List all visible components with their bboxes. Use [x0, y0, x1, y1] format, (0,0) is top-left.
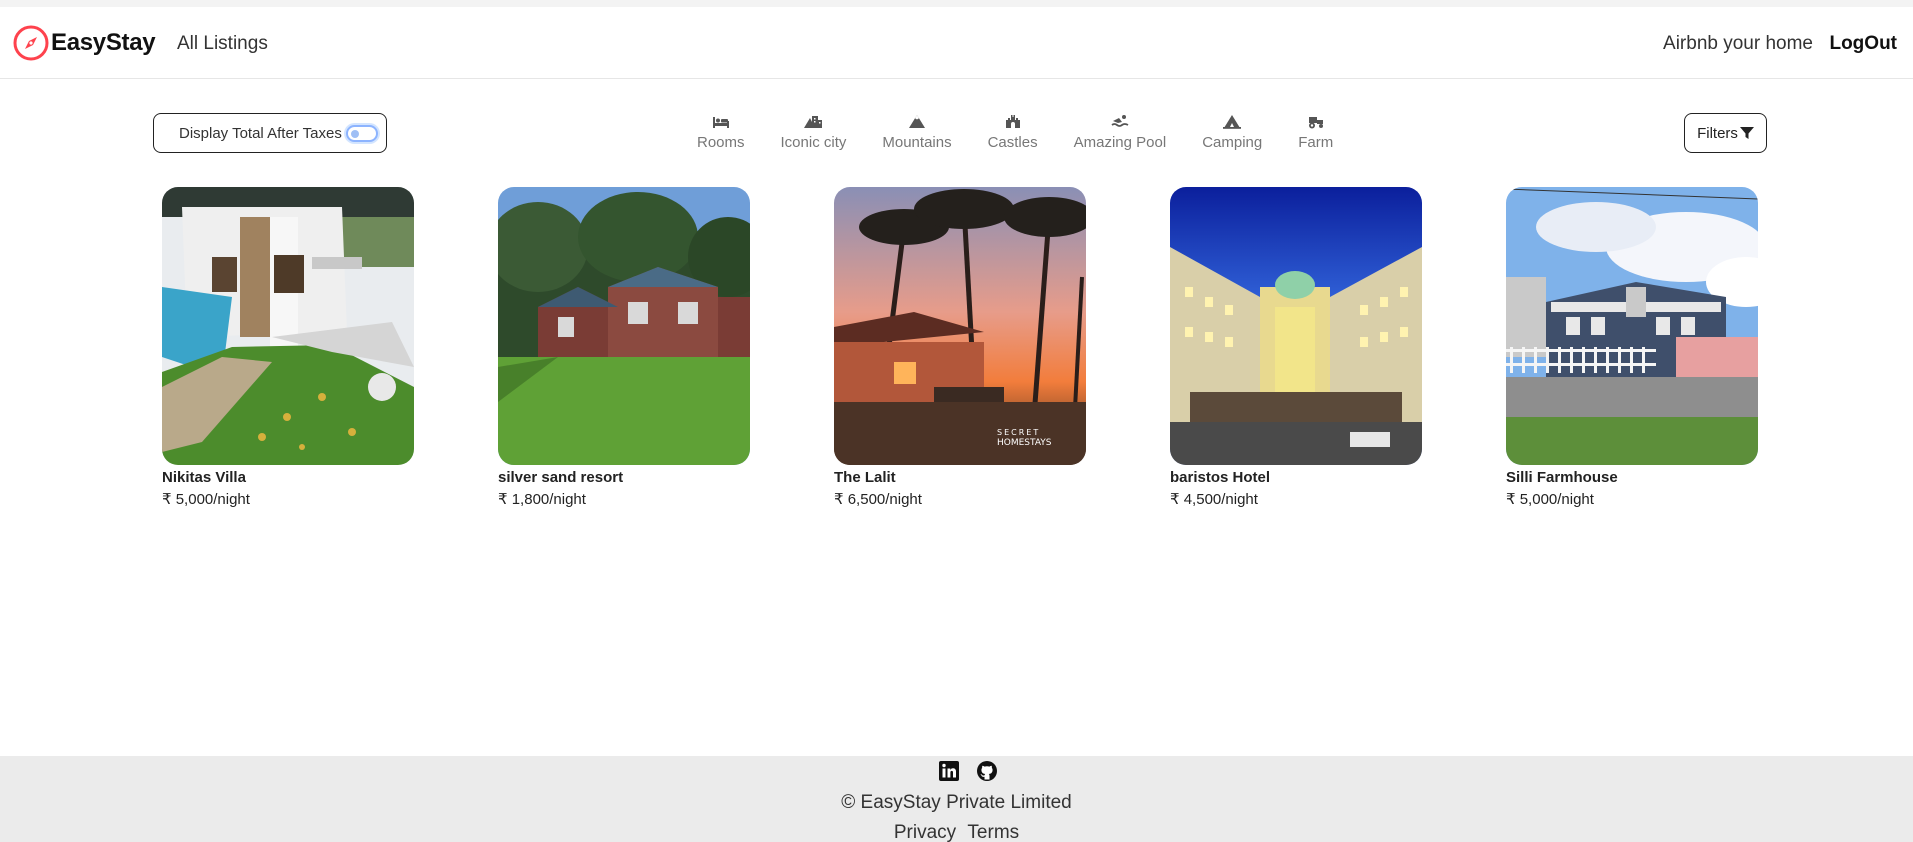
tax-toggle-label: Display Total After Taxes — [179, 124, 342, 142]
filter-amazing-pool[interactable]: Amazing Pool — [1073, 112, 1167, 151]
listing-image[interactable] — [1170, 187, 1422, 465]
listing-title: baristos Hotel — [1170, 469, 1271, 486]
listing-price: ₹ 1,800/night — [498, 491, 586, 508]
listing-card[interactable]: Nikitas Villa ₹ 5,000/night — [162, 187, 414, 508]
tax-toggle[interactable]: Display Total After Taxes — [153, 113, 387, 153]
listing-price: ₹ 5,000/night — [162, 491, 250, 508]
mountain-icon — [908, 115, 925, 128]
filter-label: Amazing Pool — [1073, 134, 1167, 151]
listing-image[interactable]: SECRET HOMESTAYS — [834, 187, 1086, 465]
listing-card[interactable]: Silli Farmhouse ₹ 5,000/night — [1506, 187, 1758, 508]
nav-all-listings[interactable]: All Listings — [177, 33, 268, 55]
filter-farm[interactable]: Farm — [1298, 112, 1333, 151]
nav-host-home[interactable]: Airbnb your home — [1663, 33, 1813, 55]
bed-icon — [712, 117, 729, 128]
tractor-icon — [1308, 117, 1323, 129]
listing-title: silver sand resort — [498, 469, 624, 486]
footer-links: Privacy Terms — [0, 822, 1913, 842]
nav-logout[interactable]: LogOut — [1829, 33, 1897, 55]
brand-link[interactable]: EasyStay — [12, 24, 156, 62]
brand-name: EasyStay — [51, 29, 156, 56]
castle-icon — [1005, 115, 1020, 128]
listing-title: Silli Farmhouse — [1506, 469, 1618, 486]
filters-button-label: Filters — [1697, 124, 1738, 142]
pool-icon — [1111, 115, 1129, 127]
footer: © EasyStay Private Limited Privacy Terms — [0, 756, 1913, 842]
filter-label: Rooms — [697, 134, 745, 151]
copyright-text: © EasyStay Private Limited — [841, 792, 1072, 813]
navbar: EasyStay All Listings Airbnb your home L… — [0, 7, 1913, 79]
listing-image[interactable] — [1506, 187, 1758, 465]
github-icon[interactable] — [976, 760, 998, 782]
browser-top-strip — [0, 0, 1913, 7]
filter-camping[interactable]: Camping — [1202, 112, 1262, 151]
listing-title: The Lalit — [834, 469, 896, 486]
filters-button[interactable]: Filters — [1684, 113, 1767, 153]
listing-card[interactable]: silver sand resort ₹ 1,800/night — [498, 187, 750, 508]
social-links — [938, 760, 1014, 782]
filter-rooms[interactable]: Rooms — [697, 112, 745, 151]
listing-price: ₹ 6,500/night — [834, 491, 922, 508]
filter-label: Castles — [987, 134, 1038, 151]
listing-title: Nikitas Villa — [162, 469, 246, 486]
tax-switch[interactable] — [346, 125, 378, 142]
filter-label: Camping — [1202, 134, 1263, 151]
filter-mountains[interactable]: Mountains — [882, 112, 952, 151]
campground-icon — [1223, 115, 1242, 129]
category-filter-bar: Rooms Iconic city Mountains Castles Amaz… — [697, 112, 1333, 151]
switch-knob — [351, 130, 359, 138]
filter-castles[interactable]: Castles — [988, 112, 1038, 151]
listing-price: ₹ 4,500/night — [1170, 491, 1258, 508]
listing-image[interactable] — [162, 187, 414, 465]
filter-icon — [1739, 127, 1754, 139]
compass-icon — [13, 25, 49, 61]
filter-label: Farm — [1298, 134, 1334, 151]
listing-card[interactable]: SECRET HOMESTAYS The Lalit ₹ 6,500/night — [834, 187, 1086, 508]
listing-image[interactable] — [498, 187, 750, 465]
listing-price: ₹ 5,000/night — [1506, 491, 1594, 508]
linkedin-icon[interactable] — [938, 760, 960, 782]
filter-label: Iconic city — [780, 134, 847, 151]
privacy-link[interactable]: Privacy — [894, 822, 956, 842]
svg-text:SECRET: SECRET — [997, 428, 1040, 437]
filter-label: Mountains — [882, 134, 952, 151]
filter-iconic-city[interactable]: Iconic city — [780, 112, 847, 151]
listing-card[interactable]: baristos Hotel ₹ 4,500/night — [1170, 187, 1422, 508]
terms-link[interactable]: Terms — [967, 822, 1019, 842]
svg-text:HOMESTAYS: HOMESTAYS — [997, 438, 1052, 448]
city-icon — [804, 116, 823, 128]
